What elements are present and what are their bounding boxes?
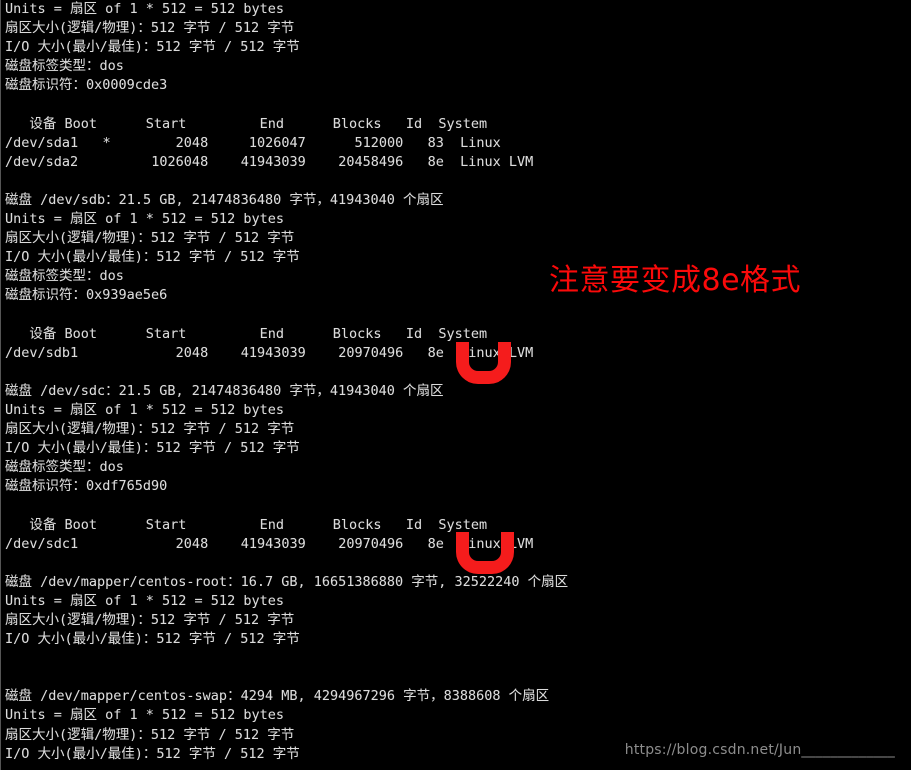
watermark-blog-url: https://blog.csdn.net/Jun_____________ [624, 741, 895, 758]
annotation-note-8e-format: 注意要变成8e格式 [549, 263, 802, 298]
terminal-window[interactable]: Units = 扇区 of 1 * 512 = 512 bytes 扇区大小(逻… [0, 0, 911, 770]
u-marker-icon-sdc1-id [456, 532, 514, 574]
u-marker-icon-sdb1-id [456, 342, 511, 384]
